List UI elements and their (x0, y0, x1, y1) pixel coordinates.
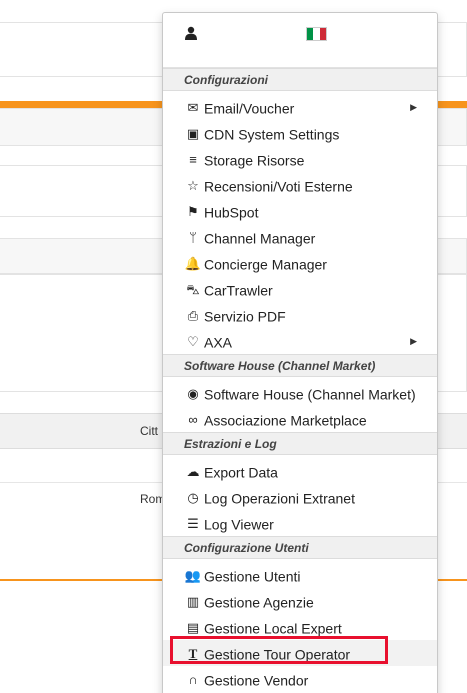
menu-item-gestione-utenti[interactable]: 👥 Gestione Utenti (163, 562, 437, 588)
menu-item-axa[interactable]: ♡ AXA ▶ (163, 328, 437, 354)
envelope-icon: ✉ (187, 100, 199, 116)
section-header: Configurazione Utenti (163, 536, 437, 559)
menu-item-recensioni-voti-esterne[interactable]: ☆ Recensioni/Voti Esterne (163, 172, 437, 198)
list-icon: ☰ (187, 516, 199, 532)
menu-item-hubspot[interactable]: ⚑ HubSpot (163, 198, 437, 224)
dashboard-icon: ◷ (187, 490, 199, 506)
menu-item-label: Email/Voucher (204, 100, 295, 117)
id-card-icon: ▤ (186, 620, 200, 636)
menu-item-gestione-vendor[interactable]: ∩ Gestione Vendor (163, 666, 437, 692)
menu-item-label: Associazione Marketplace (204, 412, 367, 429)
menu-item-label: CDN System Settings (204, 126, 340, 143)
section-header: Configurazioni (163, 68, 437, 91)
menu-item-label: Channel Manager (204, 230, 316, 247)
menu-item-gestione-agenzie[interactable]: ▥ Gestione Agenzie (163, 588, 437, 614)
menu-item-email-voucher[interactable]: ✉ Email/Voucher ▶ (163, 94, 437, 120)
menu-item-label: HubSpot (204, 204, 259, 221)
menu-item-label: Log Operazioni Extranet (204, 490, 355, 507)
menu-item-cdn-system-settings[interactable]: ▣ CDN System Settings (163, 120, 437, 146)
menu-item-label: Storage Risorse (204, 152, 305, 169)
menu-item-label: Gestione Vendor (204, 672, 309, 689)
menu-item-label: Gestione Local Expert (204, 620, 342, 637)
menu-item-label: Concierge Manager (204, 256, 327, 273)
star-icon: ☆ (187, 178, 199, 194)
menu-item-label: CarTrawler (204, 282, 273, 299)
user-icon[interactable] (184, 26, 198, 40)
image-icon: ▣ (186, 126, 200, 142)
menu-item-gestione-tour-operator[interactable]: T Gestione Tour Operator (163, 640, 437, 666)
menu-item-log-operazioni-extranet[interactable]: ◷ Log Operazioni Extranet (163, 484, 437, 510)
menu-item-storage-risorse[interactable]: ≡ Storage Risorse (163, 146, 437, 172)
text-icon: T (188, 646, 198, 662)
dropdown-user-bar (163, 13, 437, 68)
menu-item-label: Gestione Tour Operator (204, 646, 351, 663)
menu-item-label: Gestione Agenzie (204, 594, 314, 611)
database-icon: ≡ (189, 152, 197, 168)
menu-item-associazione-marketplace[interactable]: ∞ Associazione Marketplace (163, 406, 437, 432)
menu-item-channel-manager[interactable]: ᛘ Channel Manager (163, 224, 437, 250)
menu-item-label: Gestione Utenti (204, 568, 301, 585)
building-icon: ▥ (186, 594, 200, 610)
fork-icon: ᛘ (189, 230, 197, 246)
menu-item-log-viewer[interactable]: ☰ Log Viewer (163, 510, 437, 536)
menu-item-cartrawler[interactable]: ⛍ CarTrawler (163, 276, 437, 302)
users-icon: 👥 (184, 568, 202, 584)
heart-icon: ♡ (187, 334, 199, 350)
pdf-icon: ⎙ (187, 308, 199, 324)
menu-item-label: Software House (Channel Market) (204, 386, 416, 403)
menu-item-export-data[interactable]: ☁ Export Data (163, 458, 437, 484)
car-icon: ⛍ (186, 282, 200, 298)
table-header-city: Citt (140, 424, 158, 438)
link-icon: ∞ (188, 412, 198, 428)
section-header: Software House (Channel Market) (163, 354, 437, 377)
menu-item-label: Export Data (204, 464, 278, 481)
dot-circle-icon: ◉ (187, 386, 199, 402)
hubspot-icon: ⚑ (187, 204, 199, 220)
menu-item-label: Log Viewer (204, 516, 274, 533)
bell-icon: 🔔 (184, 256, 202, 272)
menu-item-gestione-local-expert[interactable]: ▤ Gestione Local Expert (163, 614, 437, 640)
caret-right-icon: ▶ (410, 336, 417, 346)
menu-item-label: Recensioni/Voti Esterne (204, 178, 353, 195)
caret-right-icon: ▶ (410, 102, 417, 112)
cloud-download-icon: ☁ (186, 464, 200, 480)
menu-item-label: Servizio PDF (204, 308, 286, 325)
menu-item-servizio-pdf[interactable]: ⎙ Servizio PDF (163, 302, 437, 328)
italy-flag-icon[interactable] (306, 27, 327, 41)
headphones-icon: ∩ (188, 672, 198, 688)
menu-item-concierge-manager[interactable]: 🔔 Concierge Manager (163, 250, 437, 276)
section-header: Estrazioni e Log (163, 432, 437, 455)
menu-item-label: AXA (204, 334, 233, 351)
settings-dropdown-menu: Configurazioni ✉ Email/Voucher ▶ ▣ CDN System… (162, 12, 438, 693)
menu-item-software-house-channel-market[interactable]: ◉ Software House (Channel Market) (163, 380, 437, 406)
